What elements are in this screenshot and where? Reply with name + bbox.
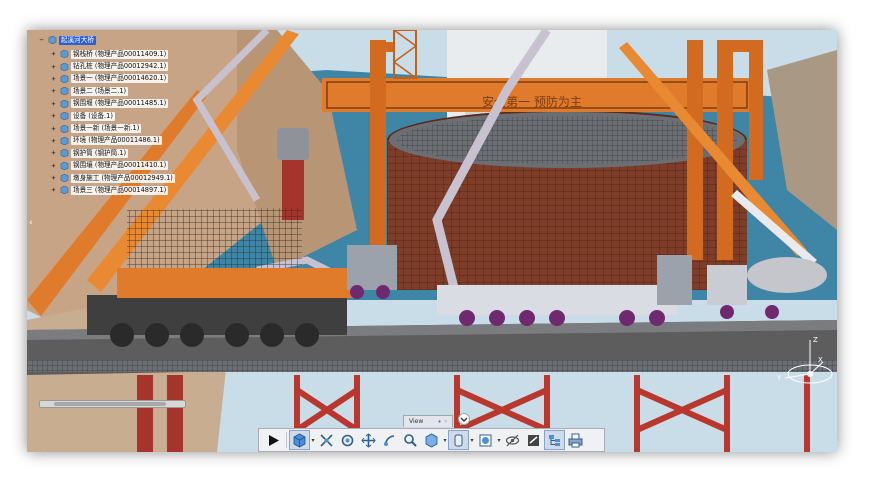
fit-all-icon (320, 433, 333, 447)
parallel-projection-icon (454, 434, 463, 446)
tree-node-label: 墩身施工 (物理产品00012949.1) (71, 173, 175, 183)
view-cube-button[interactable] (289, 430, 310, 450)
tree-node[interactable]: + 钢护筒 (钢护筒.1) (49, 147, 207, 159)
horizontal-scrollbar[interactable] (39, 400, 186, 408)
rotate-icon (341, 434, 354, 446)
tree-node-label: 钢护筒 (钢护筒.1) (71, 148, 129, 158)
tree-toggle-button[interactable] (544, 430, 565, 450)
zoom-button[interactable] (400, 430, 421, 450)
view-tab-label: View (409, 418, 424, 425)
compass-z-label: Z (813, 336, 818, 344)
render-style-icon (479, 434, 492, 446)
viewer-window: 安全第一 预防为主 − 起溪河大桥 + 钢栈桥 (物理产品00011409.1)… (27, 30, 837, 452)
tree-node[interactable]: + 环境 (物理产品00011486.1) (49, 135, 207, 147)
tree-node-label: 钻孔桩 (物理产品00012942.1) (71, 62, 169, 72)
tree-node[interactable]: + 钢围堰 (物理产品00011485.1) (49, 98, 207, 110)
expand-icon[interactable]: + (49, 50, 58, 58)
product-icon (60, 174, 69, 183)
fit-all-button[interactable] (316, 430, 337, 450)
tree-toggle-icon (549, 434, 560, 446)
zoom-icon (404, 433, 417, 447)
hide-show-button[interactable] (502, 430, 523, 450)
print-button[interactable] (565, 430, 586, 450)
parallel-projection-button[interactable] (448, 430, 469, 450)
product-icon (60, 161, 69, 170)
compass-x-label: X (818, 356, 823, 364)
tree-node[interactable]: + 钻孔桩 (物理产品00012942.1) (49, 60, 207, 72)
compass[interactable]: X Y Z (755, 330, 833, 392)
tree-node-label: 设备 (设备.1) (71, 111, 115, 121)
product-icon (60, 74, 69, 83)
product-icon (60, 124, 69, 133)
tree-node[interactable]: + 场景三 (物理产品00014897.1) (49, 184, 207, 196)
swap-visible-button[interactable] (523, 430, 544, 450)
tree-node[interactable]: + 场景二 (场景二.1) (49, 85, 207, 97)
expand-icon[interactable]: + (49, 149, 58, 157)
expand-icon[interactable]: + (49, 137, 58, 145)
tree-node-label: 场景三 (物理产品00014897.1) (71, 185, 169, 195)
rotate-button[interactable] (337, 430, 358, 450)
scrollbar-thumb[interactable] (54, 402, 166, 406)
view-mode-icon (425, 433, 438, 447)
view-toolbar: ▾ ▾ ▾ ▾ (258, 428, 605, 452)
tree-node[interactable]: + 设备 (设备.1) (49, 110, 207, 122)
tree-node[interactable]: + 钢栈桥 (物理产品00011409.1) (49, 48, 207, 60)
pan-button[interactable] (358, 430, 379, 450)
fly-icon (384, 434, 395, 446)
view-mode-button[interactable] (421, 430, 442, 450)
expand-icon[interactable]: + (49, 100, 58, 108)
tree-node[interactable]: + 场景一 (物理产品00014620.1) (49, 73, 207, 85)
tree-node[interactable]: + 墩身施工 (物理产品00012949.1) (49, 172, 207, 184)
tree-node-label: 钢栈桥 (物理产品00011409.1) (71, 49, 169, 59)
product-icon (60, 87, 69, 96)
expand-icon[interactable]: + (49, 112, 58, 120)
tree-root-label: 起溪河大桥 (59, 35, 96, 45)
tree-node-label: 环境 (物理产品00011486.1) (71, 136, 162, 146)
play-icon (269, 434, 279, 446)
tree-node-label: 场景一 (物理产品00014620.1) (71, 74, 169, 84)
view-toolbar-tab[interactable]: View • ◦ (403, 415, 453, 427)
expand-icon[interactable]: + (49, 87, 58, 95)
product-icon (60, 136, 69, 145)
product-icon (60, 112, 69, 121)
tree-node-label: 场景二 (场景二.1) (71, 86, 129, 96)
tree-node-label: 场景一新 (场景一新.1) (71, 124, 142, 134)
tree-node-label: 钢围堰 (物理产品00011485.1) (71, 99, 169, 109)
tree-root-node[interactable]: − 起溪河大桥 (37, 34, 207, 46)
chevron-down-icon[interactable] (458, 413, 470, 425)
tree-node[interactable]: + 钢围壤 (物理产品00011410.1) (49, 160, 207, 172)
product-icon (60, 186, 69, 195)
expand-icon[interactable]: + (49, 125, 58, 133)
product-icon (60, 50, 69, 59)
swap-visible-icon (528, 434, 539, 446)
tree-node[interactable]: + 场景一新 (场景一新.1) (49, 122, 207, 134)
collapse-icon[interactable]: − (37, 36, 46, 44)
play-button[interactable] (263, 430, 284, 450)
compass-y-label: Y (776, 374, 782, 382)
product-icon (48, 36, 57, 44)
left-arrow-icon[interactable]: ‹ (29, 218, 33, 228)
expand-icon[interactable]: + (49, 63, 58, 71)
product-icon (60, 99, 69, 108)
expand-icon[interactable]: + (49, 174, 58, 182)
view-cube-icon (293, 433, 306, 447)
tree-node-label: 钢围壤 (物理产品00011410.1) (71, 161, 169, 171)
render-style-button[interactable] (475, 430, 496, 450)
product-icon (60, 62, 69, 71)
print-icon (568, 433, 583, 447)
expand-icon[interactable]: + (49, 186, 58, 194)
view-tab-dots: • ◦ (437, 417, 448, 426)
expand-icon[interactable]: + (49, 75, 58, 83)
hide-show-icon (505, 434, 520, 446)
fly-button[interactable] (379, 430, 400, 450)
product-icon (60, 149, 69, 158)
expand-icon[interactable]: + (49, 162, 58, 170)
spec-tree: − 起溪河大桥 + 钢栈桥 (物理产品00011409.1) + 钻孔桩 (物理产品0… (37, 34, 207, 197)
pan-icon (361, 432, 376, 448)
